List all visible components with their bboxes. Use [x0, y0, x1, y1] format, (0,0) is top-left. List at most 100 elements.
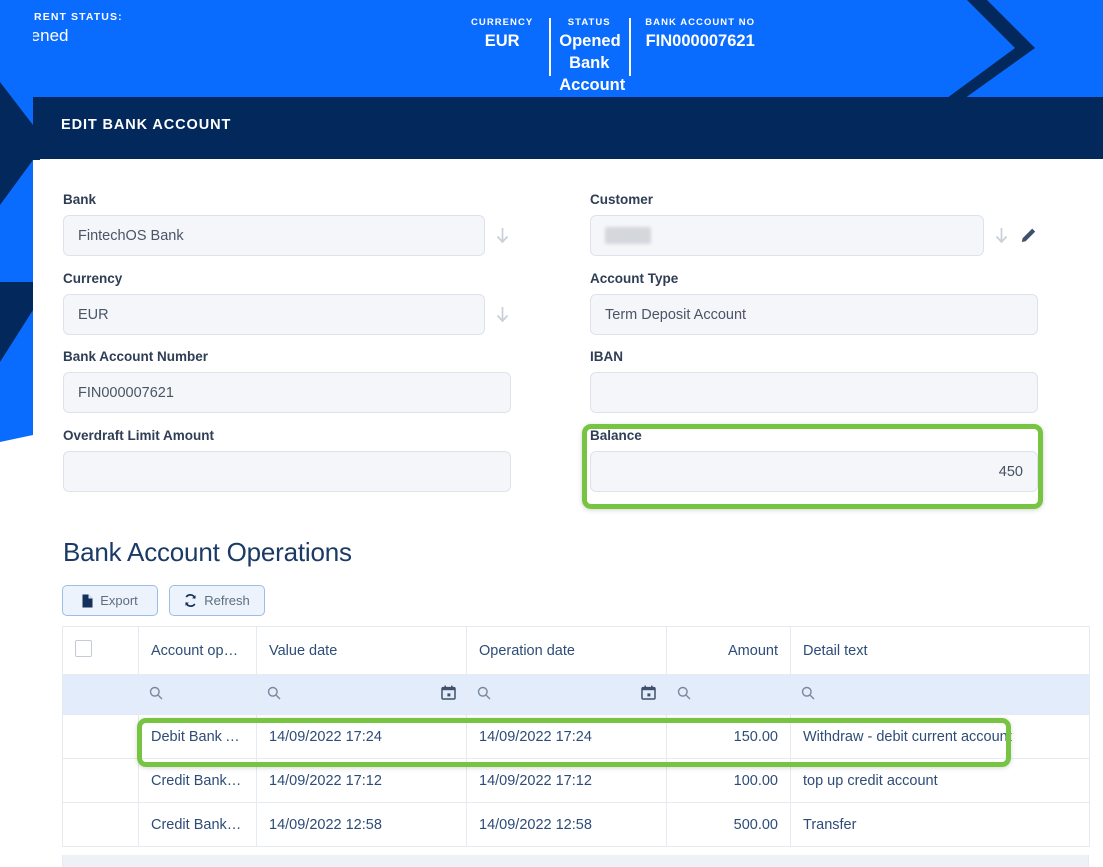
table-header-account-operation[interactable]: Account ope…	[139, 627, 257, 675]
cell-account-operation: Credit Bank A…	[139, 759, 257, 803]
field-overdraft-limit-amount: Overdraft Limit Amount	[63, 427, 511, 492]
calendar-icon[interactable]	[441, 685, 456, 704]
row-checkbox-cell	[63, 759, 139, 803]
page-title-bar: EDIT BANK ACCOUNT	[33, 97, 1103, 159]
cell-detail-text: Withdraw - debit current account	[791, 715, 1090, 759]
refresh-button[interactable]: Refresh	[169, 585, 265, 616]
filter-cell-value-date[interactable]	[257, 675, 467, 715]
field-iban-label: IBAN	[590, 348, 1038, 366]
hero-metric-account-no: BANK ACCOUNT NO FIN000007621	[629, 16, 771, 52]
field-customer: Customer	[590, 191, 1040, 256]
refresh-icon	[184, 594, 197, 607]
field-iban: IBAN	[590, 348, 1038, 413]
edit-pencil-icon[interactable]	[1016, 227, 1040, 244]
filter-cell-detail-text[interactable]	[791, 675, 1090, 715]
hero-metric-status-label: STATUS	[559, 16, 619, 30]
field-currency: Currency EUR	[63, 270, 523, 335]
cell-detail-text: top up credit account	[791, 759, 1090, 803]
search-icon[interactable]	[801, 686, 815, 704]
refresh-button-label: Refresh	[204, 593, 250, 608]
cell-value-date: 14/09/2022 12:58	[257, 803, 467, 847]
cell-detail-text: Transfer	[791, 803, 1090, 847]
dropdown-arrow-icon[interactable]	[489, 306, 515, 323]
hero-metric-status-value: Opened Bank Account	[559, 30, 619, 96]
field-iban-input[interactable]	[590, 372, 1038, 413]
table-header-value-date[interactable]: Value date	[257, 627, 467, 675]
cell-account-operation: Debit Bank Ac…	[139, 715, 257, 759]
field-account-type: Account Type Term Deposit Account	[590, 270, 1038, 335]
cell-amount: 100.00	[667, 759, 791, 803]
table-filter-row	[63, 675, 1090, 715]
hero-banner: CURRENT STATUS: Opened CURRENCY EUR STAT…	[0, 0, 1103, 97]
chevron-decoration-icon	[923, 0, 1103, 97]
redacted-customer-value	[605, 227, 651, 244]
current-status-value: Opened	[8, 24, 123, 48]
field-bank-label: Bank	[63, 191, 523, 209]
search-icon[interactable]	[149, 686, 163, 704]
hero-metric-currency-value: EUR	[471, 30, 533, 52]
cell-value-date: 14/09/2022 17:24	[257, 715, 467, 759]
file-icon	[82, 594, 93, 608]
row-checkbox-cell	[63, 803, 139, 847]
field-overdraft-limit-amount-label: Overdraft Limit Amount	[63, 427, 511, 445]
bank-account-operations-table: Account ope… Value date Operation date A…	[62, 626, 1090, 847]
bank-account-operations-table-wrapper: Account ope… Value date Operation date A…	[62, 626, 1089, 847]
export-button-label: Export	[100, 593, 138, 608]
field-bank-account-number-input[interactable]: FIN000007621	[63, 372, 511, 413]
hero-metric-currency: CURRENCY EUR	[455, 16, 549, 52]
cell-operation-date: 14/09/2022 17:12	[467, 759, 667, 803]
table-header-checkbox	[63, 627, 139, 675]
hero-metric-currency-label: CURRENCY	[471, 16, 533, 30]
export-button[interactable]: Export	[62, 585, 158, 616]
cell-operation-date: 14/09/2022 17:24	[467, 715, 667, 759]
filter-cell-operation-date[interactable]	[467, 675, 667, 715]
current-status-block: CURRENT STATUS: Opened	[8, 10, 123, 48]
field-overdraft-limit-amount-input[interactable]	[63, 451, 511, 492]
table-header-operation-date[interactable]: Operation date	[467, 627, 667, 675]
table-header-detail-text[interactable]: Detail text	[791, 627, 1090, 675]
filter-cell-account-operation[interactable]	[139, 675, 257, 715]
field-balance-label: Balance	[590, 427, 1038, 445]
table-row[interactable]: Debit Bank Ac… 14/09/2022 17:24 14/09/20…	[63, 715, 1090, 759]
field-bank-account-number: Bank Account Number FIN000007621	[63, 348, 511, 413]
table-row[interactable]: Credit Bank A… 14/09/2022 12:58 14/09/20…	[63, 803, 1090, 847]
cell-account-operation: Credit Bank A…	[139, 803, 257, 847]
table-bottom-strip	[62, 855, 1089, 867]
table-row[interactable]: Credit Bank A… 14/09/2022 17:12 14/09/20…	[63, 759, 1090, 803]
table-header-amount[interactable]: Amount	[667, 627, 791, 675]
hero-metric-account-no-value: FIN000007621	[645, 30, 755, 52]
table-header-row: Account ope… Value date Operation date A…	[63, 627, 1090, 675]
field-account-type-input[interactable]: Term Deposit Account	[590, 294, 1038, 335]
field-bank-input[interactable]: FintechOS Bank	[63, 215, 485, 256]
select-all-checkbox[interactable]	[75, 640, 92, 657]
search-icon[interactable]	[267, 686, 281, 704]
field-customer-input[interactable]	[590, 215, 984, 256]
hero-metrics: CURRENCY EUR STATUS Opened Bank Account …	[455, 16, 771, 96]
field-bank-account-number-label: Bank Account Number	[63, 348, 511, 366]
hero-metric-account-no-label: BANK ACCOUNT NO	[645, 16, 755, 30]
search-icon[interactable]	[677, 686, 691, 704]
section-title: Bank Account Operations	[63, 537, 352, 568]
dropdown-arrow-icon[interactable]	[489, 227, 515, 244]
field-currency-input[interactable]: EUR	[63, 294, 485, 335]
field-customer-label: Customer	[590, 191, 1040, 209]
cell-amount: 150.00	[667, 715, 791, 759]
search-icon[interactable]	[477, 686, 491, 704]
cell-operation-date: 14/09/2022 12:58	[467, 803, 667, 847]
dropdown-arrow-icon[interactable]	[988, 227, 1014, 244]
field-balance: Balance 450	[590, 427, 1038, 492]
page-title: EDIT BANK ACCOUNT	[61, 117, 231, 133]
filter-cell-amount[interactable]	[667, 675, 791, 715]
cell-amount: 500.00	[667, 803, 791, 847]
calendar-icon[interactable]	[641, 685, 656, 704]
cell-value-date: 14/09/2022 17:12	[257, 759, 467, 803]
current-status-label: CURRENT STATUS:	[8, 10, 123, 24]
filter-cell-checkbox	[63, 675, 139, 715]
field-balance-input[interactable]: 450	[590, 451, 1038, 492]
row-checkbox-cell	[63, 715, 139, 759]
hero-metric-status: STATUS Opened Bank Account	[549, 16, 629, 96]
field-account-type-label: Account Type	[590, 270, 1038, 288]
field-currency-label: Currency	[63, 270, 523, 288]
operations-toolbar: Export Refresh	[62, 585, 265, 616]
field-bank: Bank FintechOS Bank	[63, 191, 523, 256]
